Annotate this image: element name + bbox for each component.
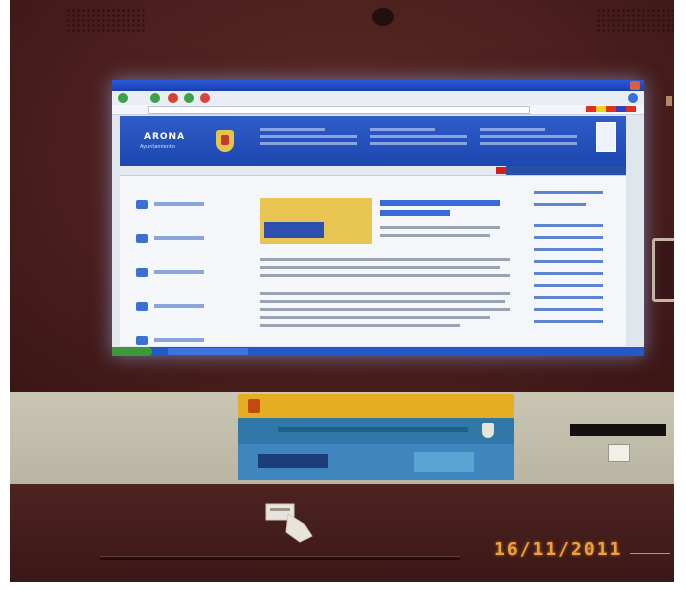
ayuntamiento-sign	[238, 394, 514, 480]
kiosk-frame-lower: 16/11/2011	[10, 484, 674, 582]
kiosk-screen[interactable]: ARONA Ayuntamiento	[112, 80, 644, 356]
page-content	[120, 176, 626, 346]
nav-areas-municipales[interactable]	[370, 124, 478, 160]
camera-lens	[372, 8, 394, 26]
kiosk-photo: ARONA Ayuntamiento 16/11/2011	[10, 0, 674, 582]
article-image	[260, 198, 372, 244]
home-icon[interactable]	[200, 93, 210, 103]
forward-icon[interactable]	[150, 93, 160, 103]
menu-item[interactable]	[134, 194, 244, 220]
kiosk-frame-upper: ARONA Ayuntamiento	[10, 0, 674, 392]
coat-of-arms-icon	[248, 399, 260, 413]
back-icon[interactable]	[118, 93, 128, 103]
taskbar-item[interactable]	[168, 348, 248, 355]
nav-sede-electronica[interactable]	[480, 124, 588, 160]
language-flags[interactable]	[586, 106, 636, 112]
side-marker	[666, 96, 672, 106]
ticket-slot[interactable]	[570, 424, 666, 436]
date-bar	[506, 166, 626, 175]
sign-band	[238, 418, 514, 444]
date-underline	[630, 553, 670, 554]
crest-icon	[482, 423, 494, 438]
article-title	[380, 210, 450, 216]
key-icon	[608, 444, 630, 462]
site-logo-sub: Ayuntamiento	[140, 144, 175, 150]
browser-toolbar	[112, 91, 644, 105]
press-box[interactable]	[596, 122, 616, 152]
kiosk-shelf	[10, 392, 674, 484]
menu-item[interactable]	[134, 262, 244, 288]
article-title	[380, 200, 500, 206]
side-slot	[652, 238, 674, 302]
sub-bar	[120, 166, 626, 176]
shield-logo-icon	[216, 130, 234, 152]
stop-icon[interactable]	[168, 93, 178, 103]
browser-titlebar	[112, 80, 644, 91]
card-insert-icon	[265, 503, 313, 543]
site-banner: ARONA Ayuntamiento	[120, 116, 626, 166]
url-field[interactable]	[148, 106, 530, 114]
menu-item[interactable]	[134, 228, 244, 254]
start-button[interactable]	[112, 347, 152, 356]
nav-ayuntamiento[interactable]	[260, 124, 368, 160]
sign-footer	[238, 444, 514, 480]
site-logo-text: ARONA	[144, 132, 186, 142]
card-slot[interactable]	[100, 556, 460, 560]
alert-icon	[496, 167, 506, 174]
menu-item[interactable]	[134, 296, 244, 322]
refresh-icon[interactable]	[184, 93, 194, 103]
sign-header	[238, 394, 514, 418]
browser-logo-icon	[628, 93, 638, 103]
speaker-grille-right	[596, 8, 674, 34]
speaker-grille-left	[66, 8, 146, 34]
address-bar	[112, 105, 644, 115]
left-menu	[134, 186, 244, 356]
date-stamp: 16/11/2011	[494, 539, 623, 560]
close-icon[interactable]	[630, 81, 640, 90]
right-column	[534, 182, 620, 323]
taskbar	[112, 347, 644, 356]
